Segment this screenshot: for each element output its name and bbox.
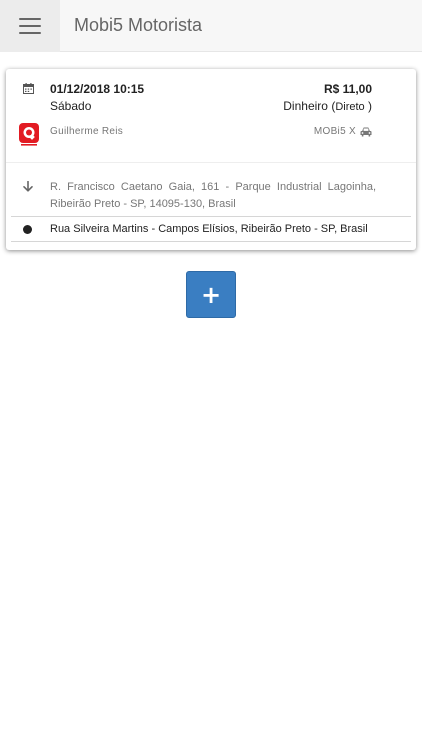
card-divider — [6, 162, 416, 163]
origin-address: R. Francisco Caetano Gaia, 161 - Parque … — [50, 181, 376, 210]
car-icon — [360, 127, 372, 136]
hamburger-menu-icon-bar — [19, 31, 41, 34]
app-title: Mobi5 Motorista — [74, 15, 203, 35]
add-ride-button[interactable]: + — [186, 271, 236, 318]
service-info: MOBi5 X — [314, 126, 372, 137]
calendar-icon — [23, 83, 34, 94]
menu-button[interactable] — [0, 0, 60, 52]
plus-icon: + — [200, 280, 222, 309]
payment-type: Direto — [335, 101, 365, 113]
top-app-bar: Mobi5 Motorista — [0, 0, 422, 52]
ride-card[interactable]: 01/12/2018 10:15 Sábado R$ 11,00 Dinheir… — [6, 69, 416, 250]
ride-weekday: Sábado — [50, 99, 92, 113]
destination-dot-icon — [23, 225, 32, 234]
mobi5-logo-icon — [19, 123, 39, 146]
destination-address: Rua Silveira Martins - Campos Elísios, R… — [50, 223, 368, 235]
card-bottom-divider — [11, 241, 411, 242]
payment-method: Dinheiro — [283, 99, 328, 113]
payment-info: Dinheiro (Direto ) — [283, 99, 372, 113]
arrow-down-icon — [23, 181, 33, 192]
address-divider — [11, 216, 411, 217]
hamburger-menu-icon-bar — [19, 24, 41, 27]
ride-date: 01/12/2018 10:15 — [50, 82, 145, 96]
driver-name: Guilherme Reis — [50, 126, 124, 137]
payment-type-paren-close: ) — [364, 99, 372, 113]
ride-price: R$ 11,00 — [323, 82, 372, 96]
service-name: MOBi5 X — [313, 126, 356, 137]
hamburger-menu-icon — [19, 17, 41, 20]
